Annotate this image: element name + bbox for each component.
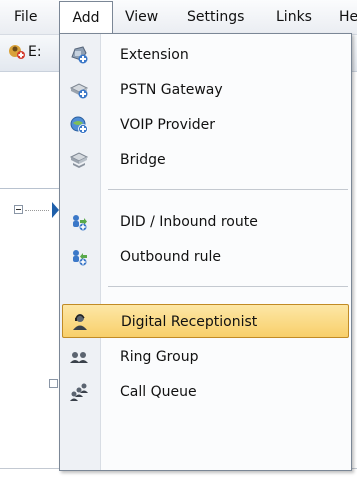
tree-node-icon	[52, 202, 59, 218]
bridge-icon	[69, 150, 89, 170]
menu-view[interactable]: View	[125, 7, 158, 27]
menu-help[interactable]: He	[339, 7, 357, 27]
extension-toolbar-icon[interactable]	[8, 43, 26, 61]
menu-add[interactable]: Add	[59, 1, 113, 34]
menu-item-label: Outbound rule	[120, 249, 222, 265]
panel-divider	[0, 188, 62, 189]
menu-item-label: Call Queue	[120, 384, 197, 400]
menu-item-ring-group[interactable]: Ring Group	[62, 340, 349, 374]
menu-item-pstn-gateway[interactable]: PSTN Gateway	[62, 73, 349, 107]
menu-item-extension[interactable]: Extension	[62, 38, 349, 72]
menu-bar: File Add View Settings Links He	[0, 0, 357, 35]
tree-connector	[25, 210, 49, 211]
menu-links[interactable]: Links	[276, 7, 312, 27]
menu-item-call-queue[interactable]: Call Queue	[62, 375, 349, 409]
menu-item-label: PSTN Gateway	[120, 82, 223, 98]
menu-item-label: Ring Group	[120, 349, 199, 365]
did-inbound-route-icon	[69, 212, 89, 232]
menu-separator	[108, 286, 348, 287]
voip-provider-icon	[69, 115, 89, 135]
outbound-rule-icon	[69, 247, 89, 267]
ring-group-icon	[69, 347, 89, 367]
menu-item-outbound-rule[interactable]: Outbound rule	[62, 240, 349, 274]
menu-settings[interactable]: Settings	[187, 7, 244, 27]
left-panel	[0, 72, 60, 477]
pstn-gateway-icon	[69, 80, 89, 100]
menu-item-label: DID / Inbound route	[120, 214, 258, 230]
tree-collapse-icon[interactable]	[14, 205, 23, 214]
digital-receptionist-icon	[70, 312, 90, 332]
menu-item-bridge[interactable]: Bridge	[62, 143, 349, 177]
tree-collapse-icon[interactable]	[49, 379, 58, 388]
menu-item-digital-receptionist[interactable]: Digital Receptionist	[62, 304, 349, 338]
menu-separator	[108, 189, 348, 190]
menu-file[interactable]: File	[14, 7, 37, 27]
call-queue-icon	[69, 382, 89, 402]
menu-item-label: Bridge	[120, 152, 166, 168]
menu-item-did-inbound-route[interactable]: DID / Inbound route	[62, 205, 349, 239]
menu-item-voip-provider[interactable]: VOIP Provider	[62, 108, 349, 142]
menu-item-label: Extension	[120, 47, 189, 63]
toolbar-extension-label[interactable]: E:	[28, 44, 42, 60]
menu-item-label: VOIP Provider	[120, 117, 216, 133]
add-dropdown-menu: Extension PSTN Gateway VOIP Provider Bri…	[59, 33, 352, 471]
menu-item-label: Digital Receptionist	[121, 314, 258, 330]
extension-icon	[69, 45, 89, 65]
